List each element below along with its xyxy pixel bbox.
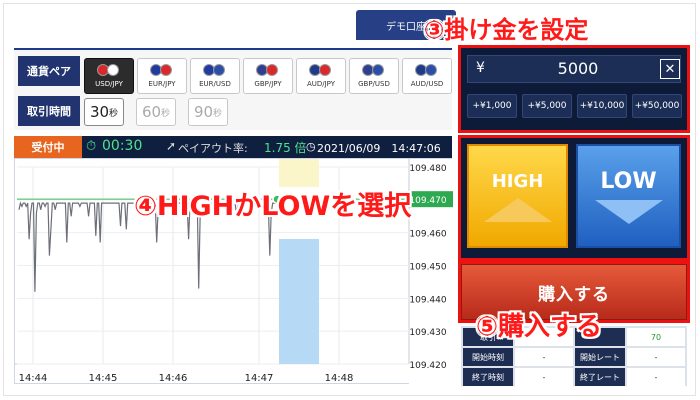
payout-arrow-icon: ➚ <box>166 139 177 153</box>
pair-label: EUR/USD <box>199 80 231 88</box>
time-value: 30 <box>89 103 110 121</box>
pair-button-eur-usd[interactable]: EUR/USD <box>190 58 240 94</box>
y-tick-label: 109.430 <box>409 328 446 338</box>
payout-value: 1.75 倍 <box>264 141 307 155</box>
pair-button-aud-usd[interactable]: AUD/USD <box>402 58 452 94</box>
time-row-label: 取引時間 <box>18 96 80 126</box>
flag-icon <box>415 64 437 78</box>
highlight-box-amount <box>458 45 690 133</box>
current-price-label: 109.470 <box>409 196 446 206</box>
expiry-highlight-top <box>279 159 319 187</box>
flag-icon <box>97 64 119 78</box>
x-tick-label: 14:45 <box>89 373 118 384</box>
info-label: 開始時刻 <box>463 348 513 366</box>
y-tick-label: 109.450 <box>409 263 446 273</box>
pair-button-eur-jpy[interactable]: EUR/JPY <box>137 58 187 94</box>
status-badge: 受付中 <box>14 136 82 158</box>
y-tick-label: 109.420 <box>409 361 446 371</box>
y-tick-label: 109.480 <box>409 164 446 174</box>
payout-label: ペイアウト率: <box>178 142 248 155</box>
flag-icon <box>203 64 225 78</box>
time-unit: 秒 <box>109 108 119 119</box>
info-value: - <box>515 348 573 366</box>
highlight-box-highlow <box>458 135 690 261</box>
info-value: - <box>627 368 685 386</box>
time-unit: 秒 <box>161 108 171 119</box>
pair-label: GBP/USD <box>358 80 390 88</box>
time-value: 90 <box>193 103 214 121</box>
server-datetime: 2021/06/09 14:47:06 <box>317 142 441 155</box>
x-tick-label: 14:47 <box>245 373 274 384</box>
y-tick-label: 109.440 <box>409 295 446 305</box>
info-label: 開始レート <box>575 348 625 366</box>
annotation-step4: ④HIGHかLOWを選択 <box>134 191 412 222</box>
pair-label: GBP/JPY <box>254 80 282 88</box>
time-value: 60 <box>141 103 162 121</box>
info-label: 終了時刻 <box>463 368 513 386</box>
pair-button-aud-jpy[interactable]: AUD/JPY <box>296 58 346 94</box>
annotation-step3: ③掛け金を設定 <box>424 16 589 44</box>
pair-label: USD/JPY <box>95 80 123 88</box>
flag-icon <box>362 64 384 78</box>
pair-label: AUD/JPY <box>306 80 336 88</box>
pair-label: AUD/USD <box>410 80 444 88</box>
x-tick-label: 14:46 <box>159 373 188 384</box>
y-tick-label: 109.460 <box>409 230 446 240</box>
status-bar: 受付中 ⏱ 00:30 ➚ ペイアウト率: 1.75 倍 ◷ 2021/06/0… <box>14 136 452 158</box>
x-tick-label: 14:44 <box>19 373 48 384</box>
flag-icon <box>150 64 172 78</box>
time-button-60[interactable]: 60 秒 <box>136 98 176 126</box>
pair-button-gbp-usd[interactable]: GBP/USD <box>349 58 399 94</box>
flag-icon <box>256 64 278 78</box>
pair-label: EUR/JPY <box>148 80 176 88</box>
countdown-timer: 00:30 <box>102 138 143 154</box>
info-label: 終了レート <box>575 368 625 386</box>
info-value: 70 <box>627 328 685 346</box>
x-tick-label: 14:48 <box>325 373 354 384</box>
pair-button-usd-jpy[interactable]: USD/JPY <box>84 58 134 94</box>
expiry-highlight <box>279 239 319 364</box>
time-button-90[interactable]: 90 秒 <box>188 98 228 126</box>
time-unit: 秒 <box>213 108 223 119</box>
time-button-30[interactable]: 30 秒 <box>84 98 124 126</box>
annotation-step5: ⑤購入する <box>476 312 603 342</box>
info-value: - <box>627 348 685 366</box>
pair-row-label: 通貨ペア <box>18 56 80 86</box>
stopwatch-icon: ⏱ <box>86 139 97 154</box>
flag-icon <box>309 64 331 78</box>
pair-button-gbp-jpy[interactable]: GBP/JPY <box>243 58 293 94</box>
info-value: - <box>515 368 573 386</box>
pair-selection-panel: 通貨ペア 取引時間 USD/JPY EUR/JPY EUR/USD GBP/JPY AU… <box>14 48 452 130</box>
clock-icon: ◷ <box>306 140 316 153</box>
